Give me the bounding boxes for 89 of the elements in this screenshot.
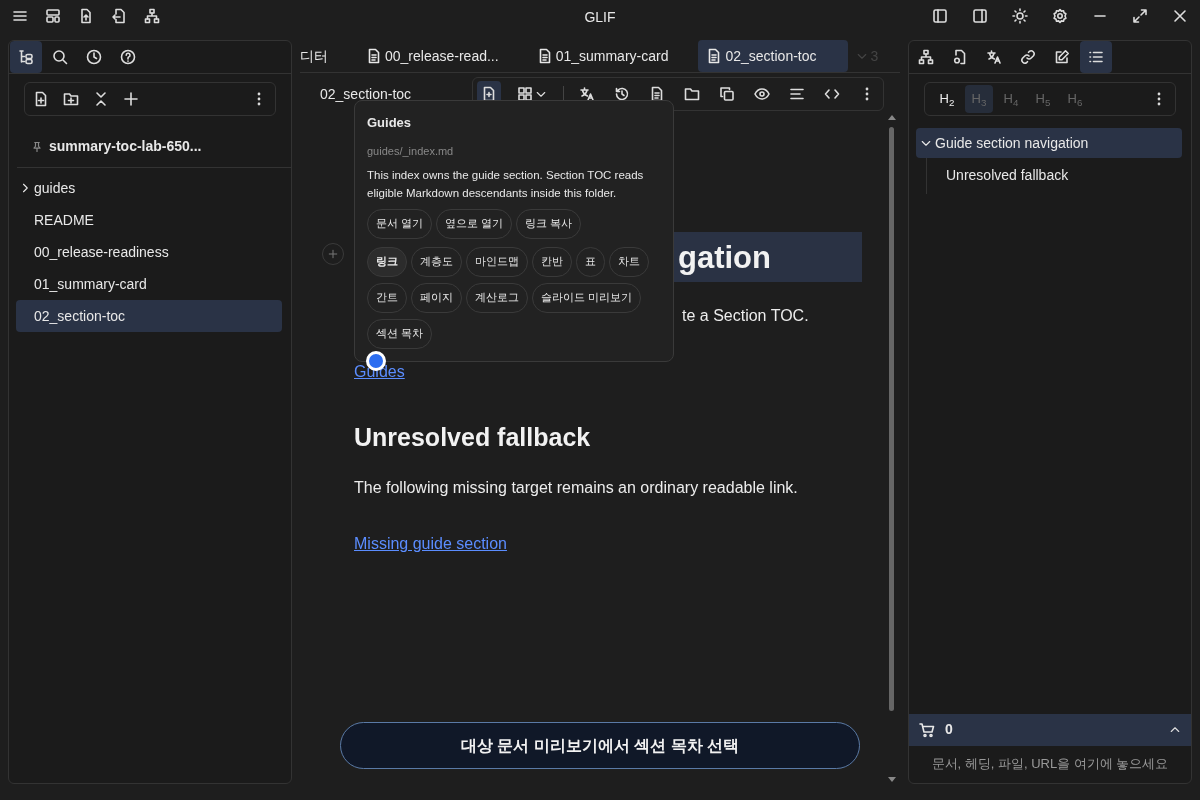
document-icon bbox=[649, 86, 665, 102]
tree-item[interactable]: guides bbox=[16, 172, 282, 204]
list-icon bbox=[1088, 49, 1104, 65]
paragraph: The following missing target remains an ordinary readable link. bbox=[354, 478, 799, 498]
tree-item[interactable]: 00_release-readiness bbox=[16, 236, 282, 268]
copy-icon bbox=[719, 86, 735, 102]
link-icon bbox=[1020, 49, 1036, 65]
maximize-icon bbox=[1132, 8, 1148, 24]
folder-plus-icon bbox=[63, 91, 79, 107]
document-icon bbox=[366, 48, 382, 64]
clock-icon bbox=[86, 49, 102, 65]
eye-icon bbox=[754, 86, 770, 102]
translate-icon bbox=[579, 86, 595, 102]
select-section-toc-button[interactable]: 대상 문서 미리보기에서 섹션 목차 선택 bbox=[340, 722, 860, 769]
document-plus-icon bbox=[33, 91, 49, 107]
new-folder-button[interactable] bbox=[63, 91, 79, 107]
align-icon bbox=[789, 86, 805, 102]
code-icon bbox=[824, 86, 840, 102]
new-document-button[interactable] bbox=[33, 91, 49, 107]
maximize-button[interactable] bbox=[1132, 8, 1148, 24]
import-document-button[interactable] bbox=[111, 8, 127, 24]
scroll-up-icon[interactable] bbox=[888, 115, 896, 120]
document-icon bbox=[952, 49, 968, 65]
popover-title: Guides bbox=[367, 114, 413, 132]
help-icon bbox=[120, 49, 136, 65]
view-chip[interactable]: 링크 bbox=[367, 246, 407, 277]
right-sidebar-button[interactable] bbox=[972, 8, 988, 24]
minimize-button[interactable] bbox=[1092, 15, 1108, 17]
cart-icon bbox=[919, 721, 935, 738]
plus-icon bbox=[328, 249, 338, 259]
close-icon bbox=[1172, 8, 1188, 24]
theme-button[interactable] bbox=[1012, 8, 1028, 24]
folder-icon bbox=[684, 86, 700, 102]
translate-icon bbox=[986, 49, 1002, 65]
document-upload-icon bbox=[78, 8, 94, 24]
hierarchy-icon bbox=[918, 49, 934, 65]
file-tree-tab[interactable] bbox=[10, 41, 42, 73]
window-title: GLIF bbox=[584, 8, 616, 27]
sun-icon bbox=[1012, 8, 1028, 24]
link[interactable]: Guides bbox=[354, 360, 405, 384]
search-icon bbox=[52, 49, 68, 65]
project-name: summary-toc-lab-650... bbox=[49, 137, 202, 156]
paragraph: te a Section TOC. bbox=[681, 306, 810, 326]
pin-icon bbox=[31, 140, 43, 153]
menu-icon bbox=[12, 8, 28, 24]
tree-item[interactable]: 02_section-toc bbox=[16, 300, 282, 332]
settings-button[interactable] bbox=[1052, 8, 1068, 24]
file-path: guides/_index.md bbox=[367, 143, 455, 159]
heading: Unresolved fallback bbox=[354, 422, 592, 452]
heading-level-button[interactable]: H$_{2}$ bbox=[933, 85, 961, 113]
add-button[interactable] bbox=[123, 91, 139, 107]
history-icon bbox=[614, 86, 630, 102]
drop-hint: 문서, 헤딩, 파일, URL을 여기에 놓으세요 bbox=[930, 754, 1170, 773]
editor-tab[interactable]: 01_summary-card bbox=[528, 40, 677, 72]
grid-icon bbox=[517, 86, 533, 102]
minimize-icon bbox=[1092, 15, 1108, 17]
upload-document-button[interactable] bbox=[78, 8, 94, 24]
collapse-icon bbox=[93, 91, 109, 107]
outline-item[interactable]: Guide section navigation bbox=[916, 128, 1182, 158]
layout-icon bbox=[45, 8, 61, 24]
collapse-all-button[interactable] bbox=[93, 91, 109, 107]
document-arrow-icon bbox=[111, 8, 127, 24]
editor-tab[interactable]: 00_release-read... bbox=[358, 40, 507, 72]
left-sidebar-button[interactable] bbox=[932, 8, 948, 24]
scroll-down-icon[interactable] bbox=[888, 777, 896, 782]
outline-tab[interactable] bbox=[1080, 41, 1112, 73]
tree-item[interactable]: 01_summary-card bbox=[16, 268, 282, 300]
document-icon bbox=[481, 86, 497, 102]
outline-item[interactable]: Unresolved fallback bbox=[927, 160, 1075, 190]
popover-description: This index owns the guide section. Section TOC reads eligible Markdown descendants inside this folder. bbox=[367, 168, 645, 201]
hierarchy-button[interactable] bbox=[144, 8, 160, 24]
sidebar-icon bbox=[972, 8, 988, 24]
basket-count: 0 bbox=[945, 720, 953, 739]
scrollbar-thumb[interactable] bbox=[889, 127, 894, 711]
heading: gation bbox=[678, 241, 771, 273]
tree-icon bbox=[18, 49, 34, 65]
edit-icon bbox=[1054, 49, 1070, 65]
editor-tab[interactable]: 디터 bbox=[300, 40, 336, 72]
document-title: 02_section-toc bbox=[320, 84, 412, 104]
close-button[interactable] bbox=[1172, 8, 1188, 24]
plus-icon bbox=[123, 91, 139, 107]
editor-tab[interactable]: 02_section-toc bbox=[698, 40, 849, 72]
hierarchy-icon bbox=[144, 8, 160, 24]
settings-icon bbox=[1052, 8, 1068, 24]
menu-button[interactable] bbox=[12, 8, 28, 24]
tree-item[interactable]: README bbox=[16, 204, 282, 236]
sidebar-icon bbox=[932, 8, 948, 24]
layout-button[interactable] bbox=[45, 8, 61, 24]
link[interactable]: Missing guide section bbox=[354, 532, 507, 556]
